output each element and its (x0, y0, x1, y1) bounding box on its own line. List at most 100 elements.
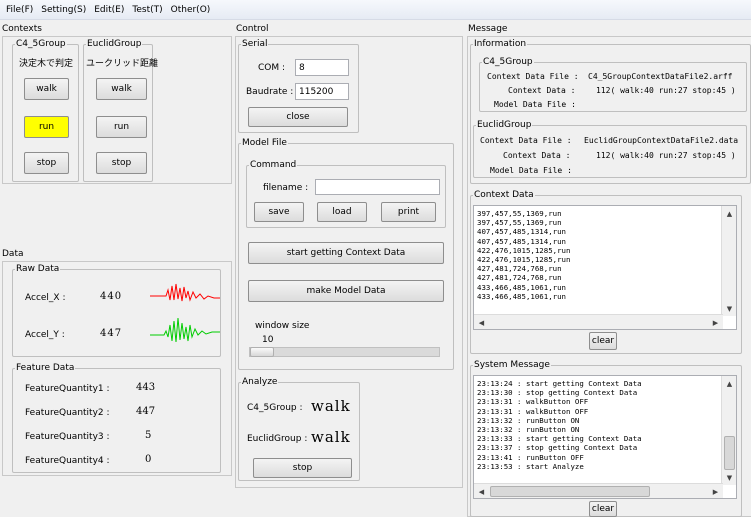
euclid-walk-button[interactable]: walk (96, 78, 147, 100)
analyze-stop-button[interactable]: stop (253, 458, 352, 478)
accel-x-label: Accel_X : (25, 293, 66, 303)
window-size-slider-thumb[interactable] (250, 347, 274, 357)
com-input[interactable]: 8 (295, 59, 349, 76)
control-title: Control (236, 24, 269, 34)
feature-data-title: Feature Data (16, 363, 75, 373)
system-message-clear-button[interactable]: clear (589, 501, 617, 517)
scroll-left-icon[interactable]: ◀ (474, 315, 489, 329)
scroll-up-icon[interactable]: ▲ (722, 206, 736, 221)
list-row: 397,457,55,1369,run (477, 209, 562, 218)
command-title: Command (250, 160, 297, 170)
system-message-vscroll-thumb[interactable] (724, 436, 735, 470)
list-row: 23:13:24 : start getting Context Data (477, 379, 642, 388)
list-row: 23:13:33 : start getting Context Data (477, 434, 642, 444)
window-size-value: 10 (262, 335, 274, 345)
baudrate-input[interactable]: 115200 (295, 83, 349, 100)
list-row: 23:13:53 : start Analyze (477, 461, 584, 471)
system-message-rows: 23:13:24 : start getting Context Data 23:… (477, 379, 642, 471)
analyze-c45-label: C4_5Group : (247, 403, 303, 413)
info-euclid-model-label: Model Data File : (490, 166, 572, 175)
window-size-label: window size (255, 321, 310, 331)
list-row: 23:13:31 : walkButton OFF (477, 397, 589, 407)
info-euclid-title: EuclidGroup (477, 120, 532, 130)
menu-file[interactable]: File(F) (2, 5, 37, 15)
list-row: 23:13:32 : runButton ON (477, 415, 580, 425)
scroll-up-icon[interactable]: ▲ (722, 376, 736, 391)
start-getting-context-data-button[interactable]: start getting Context Data (248, 242, 444, 264)
info-c45-data-value: 112( walk:40 run:27 stop:45 ) (596, 86, 736, 95)
information-title: Information (474, 39, 527, 49)
info-c45-file-label: Context Data File : (487, 72, 579, 81)
feature-label-4: FeatureQuantity4 : (25, 456, 110, 466)
context-data-list[interactable]: 397,457,55,1369,run 397,457,55,1369,run 40… (473, 205, 737, 330)
list-row: 23:13:37 : stop getting Context Data (477, 443, 638, 453)
load-button[interactable]: load (317, 202, 367, 222)
list-row: 427,481,724,768,run (477, 264, 562, 274)
scroll-right-icon[interactable]: ▶ (708, 484, 723, 498)
system-message-title: System Message (474, 360, 550, 370)
menu-edit[interactable]: Edit(E) (90, 5, 128, 15)
context-data-vscroll[interactable]: ▲ ▼ (721, 206, 736, 316)
info-euclid-file-value: EuclidGroupContextDataFile2.data (584, 136, 739, 145)
info-euclid-data-value: 112( walk:40 run:27 stop:45 ) (596, 151, 736, 160)
com-label: COM : (258, 63, 286, 73)
print-button[interactable]: print (381, 202, 436, 222)
analyze-title: Analyze (242, 377, 278, 387)
info-euclid-data-label: Context Data : (503, 151, 571, 160)
accel-y-value: 447 (100, 328, 123, 339)
menu-setting[interactable]: Setting(S) (37, 5, 90, 15)
list-row: 433,466,485,1061,run (477, 291, 566, 301)
accel-y-waveform (150, 317, 220, 343)
save-button[interactable]: save (254, 202, 304, 222)
system-message-hscroll-thumb[interactable] (490, 486, 650, 497)
feature-value-2: 447 (136, 406, 156, 417)
list-row: 407,457,485,1314,run (477, 236, 566, 246)
list-row: 23:13:31 : walkButton OFF (477, 406, 589, 416)
context-data-hscroll[interactable]: ◀ ▶ (474, 314, 723, 329)
system-message-hscroll[interactable]: ◀ ▶ (474, 483, 723, 498)
filename-label: filename : (263, 183, 309, 193)
analyze-c45-value: walk (311, 397, 351, 415)
scroll-down-icon[interactable]: ▼ (722, 470, 736, 485)
list-row: 407,457,485,1314,run (477, 227, 566, 237)
info-c45-data-label: Context Data : (508, 86, 576, 95)
message-title: Message (468, 24, 508, 34)
c45-stop-button[interactable]: stop (24, 152, 69, 174)
make-model-data-button[interactable]: make Model Data (248, 280, 444, 302)
accel-y-label: Accel_Y : (25, 330, 65, 340)
accel-x-waveform (150, 283, 220, 302)
feature-label-3: FeatureQuantity3 : (25, 432, 110, 442)
list-row: 422,476,1015,1285,run (477, 255, 571, 265)
menu-test[interactable]: Test(T) (128, 5, 166, 15)
window-size-slider[interactable] (249, 347, 440, 357)
info-c45-model-label: Model Data File : (494, 100, 576, 109)
list-row: 422,476,1015,1285,run (477, 245, 571, 255)
close-button[interactable]: close (248, 107, 348, 127)
menu-other[interactable]: Other(O) (167, 5, 215, 15)
c45-run-button[interactable]: run (24, 116, 69, 138)
system-message-vscroll[interactable]: ▲ ▼ (721, 376, 736, 485)
euclid-run-button[interactable]: run (96, 116, 147, 138)
c45-context-title: C4_5Group (16, 39, 66, 49)
analyze-euclid-value: walk (311, 428, 351, 446)
feature-value-3: 5 (145, 430, 152, 441)
feature-value-1: 443 (136, 382, 156, 393)
feature-label-1: FeatureQuantity1 : (25, 384, 110, 394)
euclid-context-subtitle: ユークリッド距離 (86, 59, 159, 69)
euclid-stop-button[interactable]: stop (96, 152, 147, 174)
scroll-down-icon[interactable]: ▼ (722, 301, 736, 316)
contexts-title: Contexts (2, 24, 42, 34)
menu-bar: File(F) Setting(S) Edit(E) Test(T) Other… (0, 0, 751, 20)
context-data-clear-button[interactable]: clear (589, 332, 617, 350)
system-message-list[interactable]: 23:13:24 : start getting Context Data 23:… (473, 375, 737, 499)
scroll-right-icon[interactable]: ▶ (708, 315, 723, 329)
filename-input[interactable] (315, 179, 440, 195)
feature-value-4: 0 (145, 454, 152, 465)
c45-walk-button[interactable]: walk (24, 78, 69, 100)
context-data-title: Context Data (474, 190, 534, 200)
accel-x-value: 440 (100, 291, 123, 302)
raw-data-title: Raw Data (16, 264, 60, 274)
scroll-left-icon[interactable]: ◀ (474, 484, 489, 498)
analyze-euclid-label: EuclidGroup : (247, 434, 308, 444)
list-row: 23:13:41 : runButton OFF (477, 452, 584, 462)
